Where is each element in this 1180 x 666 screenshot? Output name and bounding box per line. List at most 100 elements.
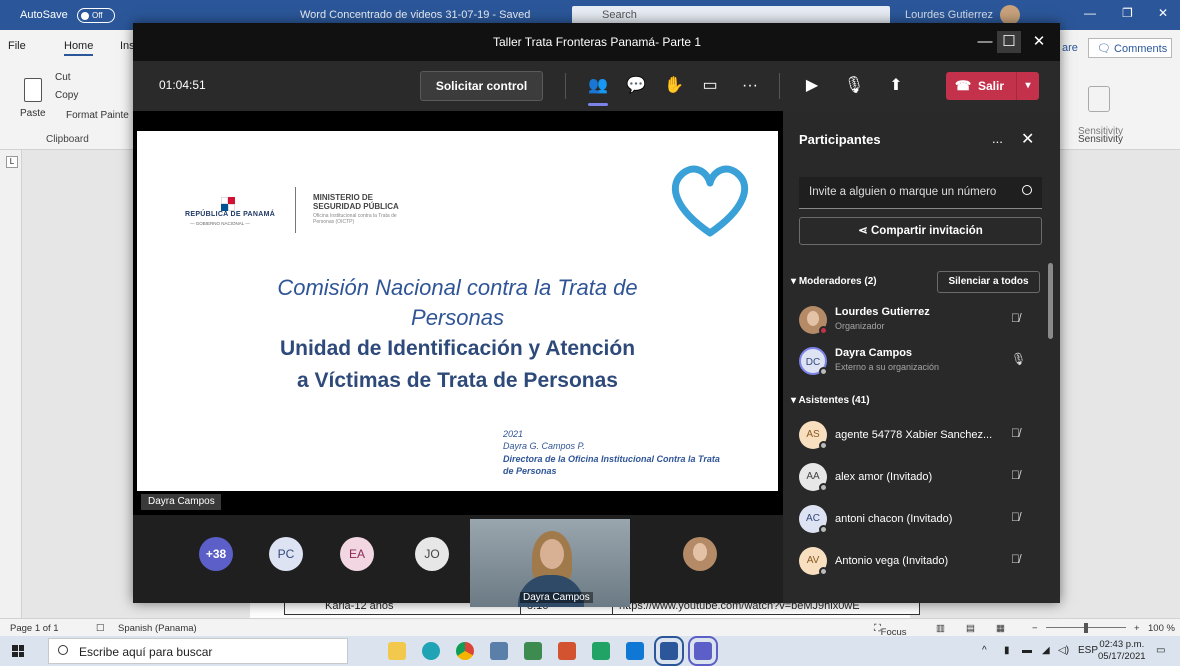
chevron-down-icon[interactable]: ▾ <box>1016 72 1039 100</box>
system-clock[interactable]: 02:43 p.m. 05/17/2021 <box>1098 639 1146 663</box>
mic-off-icon[interactable]: 🎙̸ <box>1011 510 1020 524</box>
mic-off-icon[interactable]: 🎙̸ <box>1011 468 1020 482</box>
maximize-icon[interactable]: ☐ <box>997 31 1021 53</box>
volume-icon[interactable]: ◁) <box>1058 645 1069 656</box>
input-language[interactable]: ESP <box>1078 645 1098 656</box>
ministerio-logo-text: MINISTERIO DE SEGURIDAD PÚBLICA <box>313 193 399 211</box>
teams-icon[interactable] <box>688 636 718 666</box>
zoom-in-icon[interactable]: + <box>1134 623 1140 634</box>
share-invitation-button[interactable]: ⋖ Compartir invitación <box>799 217 1042 245</box>
mic-off-icon[interactable]: 🎙 <box>843 75 865 97</box>
tab-home[interactable]: Home <box>64 40 94 56</box>
notifications-icon[interactable]: ▭ <box>1156 645 1165 656</box>
tray-app-icon[interactable]: ▮ <box>1004 645 1010 656</box>
panel-title: Participantes <box>799 132 881 147</box>
word-icon[interactable] <box>654 636 684 666</box>
network-icon[interactable]: ◢ <box>1042 645 1050 656</box>
attendees-header-label: Asistentes (41) <box>798 395 870 406</box>
share-button[interactable]: are <box>1062 42 1078 54</box>
read-mode-icon[interactable]: ▥ <box>936 623 945 634</box>
zoom-out-icon[interactable]: − <box>1032 623 1038 634</box>
avatar[interactable] <box>1000 5 1020 25</box>
language-status[interactable]: Spanish (Panama) <box>118 623 197 634</box>
zoom-slider-thumb[interactable] <box>1084 623 1088 633</box>
minimize-icon[interactable]: — <box>973 31 997 53</box>
tab-stop-selector[interactable]: L <box>6 156 18 168</box>
proofing-icon[interactable]: ☐ <box>96 623 105 634</box>
status-badge <box>819 367 828 376</box>
file-explorer-icon[interactable] <box>388 642 406 660</box>
print-layout-icon[interactable]: ▤ <box>966 623 975 634</box>
mic-on-icon[interactable]: 🎙 <box>1011 352 1026 366</box>
participant-row[interactable]: AC antoni chacon (Invitado) 🎙̸ <box>799 500 1039 540</box>
status-badge <box>819 525 828 534</box>
avatar[interactable]: PC <box>269 537 303 571</box>
close-icon[interactable]: ✕ <box>1027 31 1051 53</box>
battery-icon[interactable]: ▬ <box>1022 645 1032 656</box>
web-layout-icon[interactable]: ▦ <box>996 623 1005 634</box>
edge-icon[interactable] <box>422 642 440 660</box>
share-screen-icon[interactable]: ⬆ <box>885 75 907 97</box>
request-control-button[interactable]: Solicitar control <box>420 71 543 101</box>
camera-off-icon[interactable]: ▶ <box>801 75 823 97</box>
more-options-icon[interactable]: ··· <box>739 75 761 97</box>
slide-title-line-2: Personas <box>411 305 504 330</box>
taskbar-search[interactable]: Escribe aquí para buscar <box>48 638 348 664</box>
paste-icon[interactable] <box>24 78 42 102</box>
blue-heart-icon <box>671 165 749 237</box>
word-user-name: Lourdes Gutierrez <box>905 9 994 21</box>
participant-row[interactable]: Lourdes Gutierrez Organizador 🎙̸ <box>799 301 1039 341</box>
reactions-icon[interactable]: ✋ <box>663 75 685 97</box>
speaker-video-tile[interactable]: Dayra Campos <box>470 519 630 607</box>
avatar[interactable]: EA <box>340 537 374 571</box>
leave-button[interactable]: ☎ Salir ▾ <box>946 72 1039 100</box>
status-badge <box>819 567 828 576</box>
rooms-icon[interactable]: ▭ <box>699 75 721 97</box>
outlook-icon[interactable] <box>626 642 644 660</box>
participants-icon[interactable]: 👥 <box>587 75 609 106</box>
cut-button[interactable]: Cut <box>55 72 71 83</box>
moderators-section-header[interactable]: ▾ Moderadores (2) <box>791 276 877 287</box>
chevron-up-icon[interactable]: ^ <box>982 645 987 656</box>
chat-icon[interactable]: 💬 <box>625 75 647 97</box>
zoom-level[interactable]: 100 % <box>1148 623 1175 634</box>
participant-row[interactable]: AA alex amor (Invitado) 🎙̸ <box>799 458 1039 498</box>
more-options-icon[interactable]: ... <box>992 131 1003 146</box>
page-count[interactable]: Page 1 of 1 <box>10 623 59 634</box>
mic-off-icon[interactable]: 🎙̸ <box>1011 552 1020 566</box>
participant-row[interactable]: DC Dayra Campos Externo a su organizació… <box>799 342 1039 382</box>
app-icon[interactable] <box>490 642 508 660</box>
focus-button[interactable]: ⛶ Focus <box>874 623 907 638</box>
panel-scrollbar[interactable] <box>1048 263 1053 339</box>
comments-button[interactable]: 🗨 Comments <box>1088 38 1172 58</box>
autosave-toggle[interactable]: Off <box>77 8 115 23</box>
participant-gallery: +38 PC EA JO Dayra Campos <box>133 515 783 607</box>
mute-all-button[interactable]: Silenciar a todos <box>937 271 1040 293</box>
more-participants-badge[interactable]: +38 <box>199 537 233 571</box>
format-painter-button[interactable]: Format Painte <box>66 110 129 121</box>
mic-off-icon[interactable]: 🎙̸ <box>1011 311 1020 325</box>
avatar[interactable]: JO <box>415 537 449 571</box>
app-icon[interactable] <box>524 642 542 660</box>
excel-icon[interactable] <box>592 642 610 660</box>
copy-button[interactable]: Copy <box>55 90 78 101</box>
attendees-section-header[interactable]: ▾ Asistentes (41) <box>791 395 870 406</box>
close-icon[interactable]: ✕ <box>1158 6 1168 20</box>
participant-row[interactable]: AS agente 54778 Xabier Sanchez... 🎙̸ <box>799 416 1039 456</box>
mic-off-icon[interactable]: 🎙̸ <box>1011 426 1020 440</box>
chrome-icon[interactable] <box>456 642 474 660</box>
invite-search-input[interactable]: Invite a alguien o marque un número <box>799 177 1042 209</box>
restore-icon[interactable]: ❐ <box>1122 6 1133 20</box>
paste-button[interactable]: Paste <box>20 108 46 119</box>
avatar[interactable] <box>683 537 717 571</box>
sensitivity-icon[interactable] <box>1088 86 1110 112</box>
participant-name: antoni chacon (Invitado) <box>835 513 953 525</box>
close-icon[interactable]: ✕ <box>1021 129 1034 149</box>
powerpoint-icon[interactable] <box>558 642 576 660</box>
slide-subtitle-line-2: a Víctimas de Trata de Personas <box>297 369 618 392</box>
windows-start-icon[interactable] <box>12 645 24 657</box>
participant-row[interactable]: AV Antonio vega (Invitado) 🎙̸ <box>799 542 1039 582</box>
tab-file[interactable]: File <box>8 40 26 52</box>
minimize-icon[interactable]: — <box>1084 6 1096 20</box>
clock-date: 05/17/2021 <box>1098 651 1146 662</box>
